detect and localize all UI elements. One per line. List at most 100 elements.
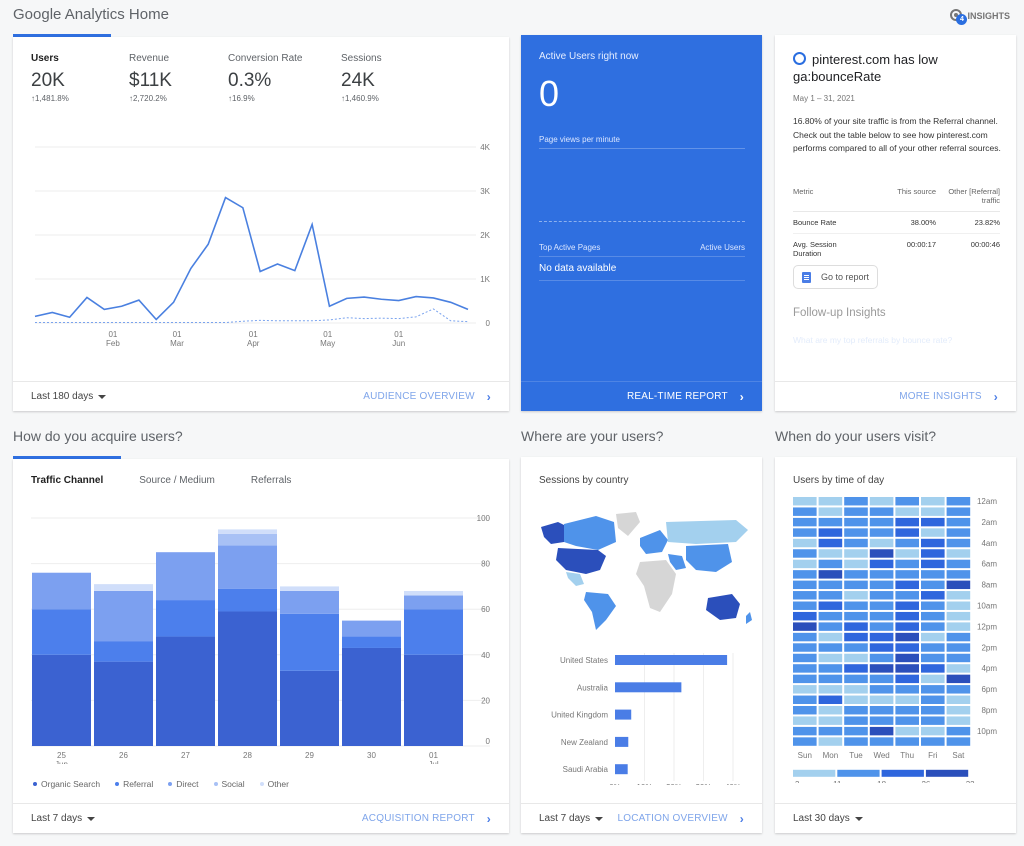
realtime-report-link[interactable]: REAL-TIME REPORT › <box>627 390 744 404</box>
metric-conversion-rate[interactable]: Conversion Rate 0.3% ↑16.9% <box>228 53 302 103</box>
heatmap-cell <box>869 726 894 736</box>
column-header: Metric <box>793 185 863 212</box>
heatmap-cell <box>946 695 971 704</box>
bar-segment-referral <box>32 609 91 655</box>
bar-segment-organic-search <box>218 611 277 746</box>
heatmap-cell <box>869 549 894 558</box>
link-label: LOCATION OVERVIEW <box>617 813 728 824</box>
top-pages-header: Top Active Pages Active Users <box>539 243 745 257</box>
heatmap-cell <box>895 570 919 579</box>
x-tick-label: 01 <box>429 751 438 760</box>
map-region-south-america <box>584 592 616 630</box>
heatmap-cell <box>895 674 919 684</box>
heatmap-cell <box>895 538 919 548</box>
map-region-australia <box>706 594 740 620</box>
metric-value: 24K <box>341 70 375 91</box>
heatmap-cell <box>869 497 894 506</box>
legend-tick-label: 26 <box>921 780 930 783</box>
page-title: Google Analytics Home <box>13 6 169 23</box>
location-overview-link[interactable]: LOCATION OVERVIEW › <box>618 812 744 826</box>
tab-referrals[interactable]: Referrals <box>251 475 292 486</box>
heatmap-cell <box>818 538 843 548</box>
heatmap-cell <box>818 517 843 527</box>
legend-label: Social <box>221 779 245 789</box>
heatmap-cell <box>818 674 843 684</box>
metric-change: ↑1,460.9% <box>341 94 379 103</box>
heatmap-cell <box>946 716 971 725</box>
legend-tick-label: 3 <box>795 780 800 783</box>
heatmap-cell <box>921 507 945 516</box>
metric-sessions[interactable]: Sessions 24K ↑1,460.9% <box>341 53 382 103</box>
caret-down-icon <box>595 816 604 821</box>
map-region-africa <box>636 560 676 612</box>
acquisition-tabs: Traffic Channel Source / Medium Referral… <box>31 475 291 486</box>
audience-overview-link[interactable]: AUDIENCE OVERVIEW › <box>363 390 491 404</box>
country-bar-chart: 0% 10% 20% 30% 40% United States Australia Unit… <box>551 653 741 785</box>
y-tick-label: 100 <box>477 514 491 523</box>
table-row: Avg. Session Duration 00:00:17 00:00:46 <box>793 234 1000 265</box>
heatmap-cell <box>946 549 971 558</box>
heatmap-cell <box>844 632 868 642</box>
section-title-where: Where are your users? <box>521 428 664 444</box>
heatmap-cell <box>921 685 945 694</box>
day-label: Sun <box>798 751 812 760</box>
acquisition-report-link[interactable]: ACQUISITION REPORT › <box>362 812 491 826</box>
heatmap-cell <box>818 507 843 516</box>
x-tick-label: 29 <box>305 751 314 760</box>
legend-label: Other <box>267 779 289 789</box>
insights-button[interactable]: 4 INSIGHTS <box>949 8 1010 25</box>
heatmap-cell <box>895 695 919 704</box>
x-tick-label: 20% <box>666 783 682 785</box>
y-tick-label: 2K <box>480 231 490 240</box>
bar-segment-organic-search <box>32 654 91 746</box>
heatmap-cell <box>844 726 868 736</box>
country-bar <box>615 655 728 665</box>
heatmap-cell <box>895 497 919 506</box>
heatmap-cell <box>818 570 843 579</box>
heatmap-cell <box>895 611 919 621</box>
date-range-dropdown[interactable]: Last 7 days <box>539 813 604 824</box>
x-tick-label: 30% <box>695 783 711 785</box>
tab-source-medium[interactable]: Source / Medium <box>139 475 215 486</box>
link-label: REAL-TIME REPORT <box>626 391 728 402</box>
heatmap-cell <box>946 706 971 715</box>
heatmap-cell <box>793 591 817 600</box>
more-insights-link[interactable]: MORE INSIGHTS › <box>899 390 998 404</box>
date-range-dropdown[interactable]: Last 180 days <box>31 391 107 402</box>
go-to-report-button[interactable]: Go to report <box>793 265 879 289</box>
map-region-usa <box>556 548 606 574</box>
legend-dot-icon <box>168 782 173 786</box>
timeofday-title: Users by time of day <box>793 475 885 486</box>
hour-label: 2pm <box>981 643 997 652</box>
heatmap-cell <box>946 611 971 621</box>
date-range-dropdown[interactable]: Last 7 days <box>31 813 96 824</box>
legend-label: Organic Search <box>41 779 101 789</box>
heatmap-cell <box>793 653 817 663</box>
heatmap-cell <box>818 591 843 600</box>
heatmap-cell <box>921 622 945 631</box>
date-range-dropdown[interactable]: Last 30 days <box>793 813 863 824</box>
heatmap-cell <box>895 559 919 569</box>
bar-segment-direct <box>218 545 277 589</box>
followup-question-link[interactable]: What are my top referrals by bounce rate… <box>793 335 952 345</box>
heatmap-cell <box>818 528 843 537</box>
heatmap-cell <box>946 570 971 579</box>
pageviews-baseline <box>539 221 745 222</box>
heatmap-cell <box>869 517 894 527</box>
metric-users[interactable]: Users 20K ↑1,481.8% <box>31 53 69 103</box>
heatmap-cell <box>921 517 945 527</box>
chevron-right-icon: › <box>993 389 998 404</box>
date-range-label: Last 30 days <box>793 813 850 824</box>
legend-item: Social <box>213 779 245 789</box>
insight-card: pinterest.com has low ga:bounceRate May … <box>775 35 1016 411</box>
timeofday-card: Users by time of day 12am 2am 4am 6am 8am 10a… <box>775 457 1016 833</box>
heatmap-cell <box>921 570 945 579</box>
metric-revenue[interactable]: Revenue $11K ↑2,720.2% <box>129 53 172 103</box>
legend-label: Direct <box>176 779 199 789</box>
metric-label: Users <box>31 53 59 64</box>
heatmap-cell <box>946 559 971 569</box>
tab-traffic-channel[interactable]: Traffic Channel <box>31 475 103 486</box>
metric-change: ↑2,720.2% <box>129 94 167 103</box>
heatmap-cell <box>921 549 945 558</box>
heatmap-cell <box>818 580 843 590</box>
